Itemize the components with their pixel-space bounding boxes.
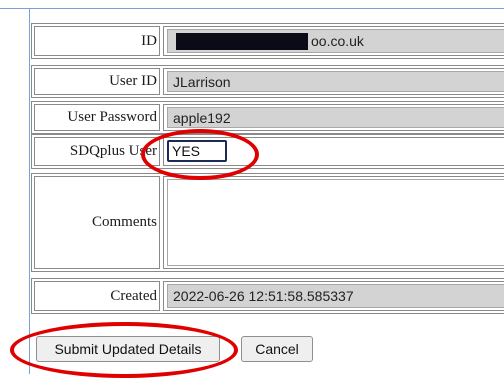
- submit-updated-details-button[interactable]: Submit Updated Details: [36, 336, 220, 362]
- id-value-suffix: oo.co.uk: [311, 33, 364, 49]
- user-id-label: User ID: [34, 68, 160, 95]
- redaction-bar: [176, 33, 308, 50]
- user-id-field-cell: JLarrison: [163, 68, 504, 95]
- sdqplus-user-field-cell: YES: [163, 137, 504, 166]
- user-id-field[interactable]: JLarrison: [167, 71, 504, 92]
- user-password-row: User Password apple192: [31, 101, 504, 134]
- id-field-cell: oo.co.uk: [163, 26, 504, 56]
- left-border: [29, 8, 30, 374]
- comments-row: Comments: [31, 173, 504, 272]
- cancel-button[interactable]: Cancel: [241, 336, 313, 362]
- sdqplus-user-label: SDQplus User: [34, 137, 160, 166]
- user-id-row: User ID JLarrison: [31, 65, 504, 98]
- sdqplus-user-input[interactable]: YES: [167, 140, 227, 162]
- top-border: [0, 0, 504, 9]
- user-password-field[interactable]: apple192: [167, 107, 504, 128]
- comments-label: Comments: [34, 176, 160, 269]
- created-field[interactable]: 2022-06-26 12:51:58.585337: [167, 284, 504, 308]
- comments-textarea[interactable]: [167, 179, 504, 266]
- created-label: Created: [34, 281, 160, 311]
- id-field[interactable]: oo.co.uk: [167, 29, 504, 53]
- user-password-field-cell: apple192: [163, 104, 504, 131]
- created-row: Created 2022-06-26 12:51:58.585337: [31, 278, 504, 314]
- sdqplus-user-row: SDQplus User YES: [31, 134, 504, 169]
- created-field-cell: 2022-06-26 12:51:58.585337: [163, 281, 504, 311]
- user-password-label: User Password: [34, 104, 160, 131]
- id-label: ID: [34, 26, 160, 56]
- id-row: ID oo.co.uk: [31, 23, 504, 59]
- comments-field-cell: [163, 176, 504, 269]
